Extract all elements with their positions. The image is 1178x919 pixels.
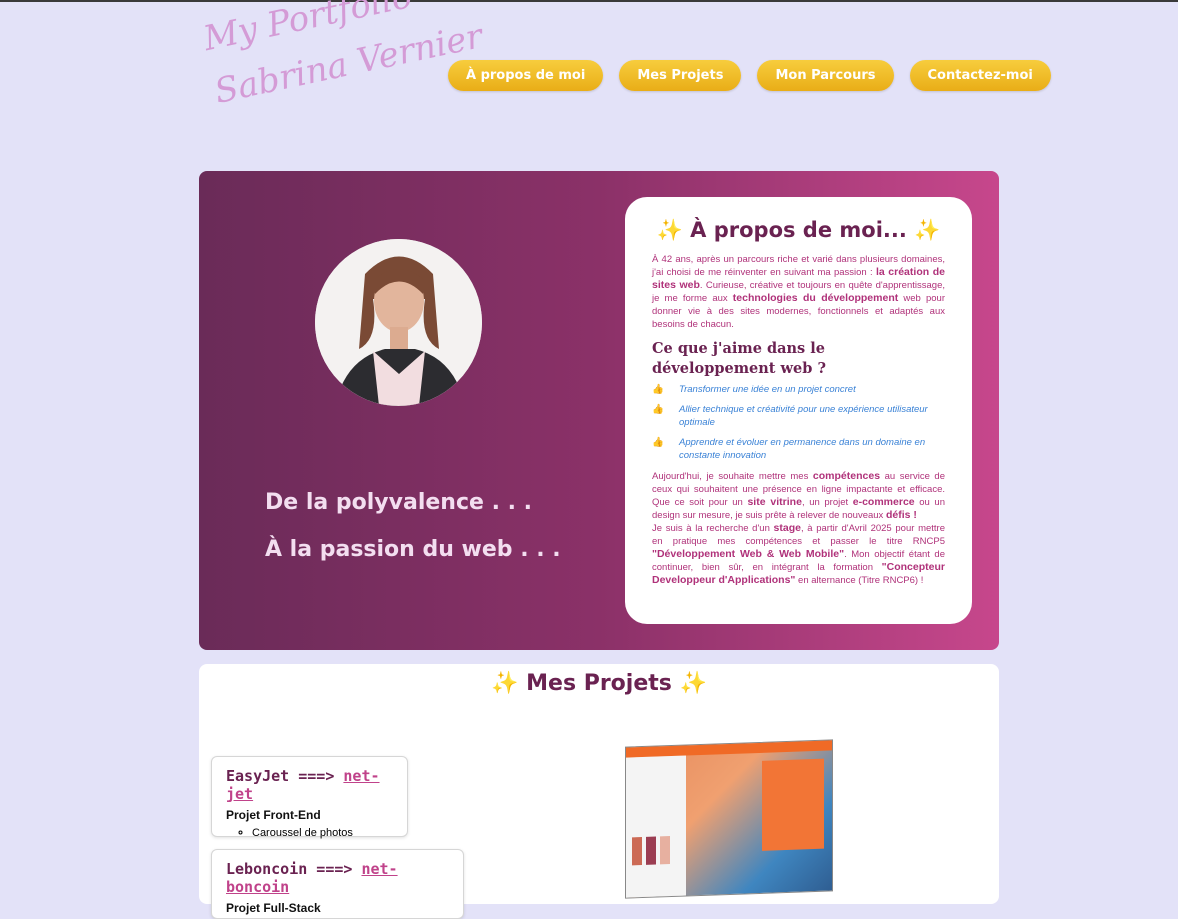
about-card: ✨ À propos de moi... ✨ À 42 ans, après u… (625, 197, 972, 624)
project-card-easyjet: EasyJet ===> net-jet Projet Front-End Ca… (211, 756, 408, 839)
list-item: 👍 Allier technique et créativité pour une… (652, 403, 945, 429)
site-logo: My Portfolio Sabrina Vernier (200, 0, 486, 112)
text: Je suis à la recherche d'un (652, 523, 774, 534)
text: en alternance (Titre RNCP6) ! (795, 575, 924, 586)
list-item-text: Apprendre et évoluer en permanence dans … (679, 437, 926, 461)
highlight: site vitrine (747, 496, 802, 508)
project-type: Projet Front-End (226, 808, 321, 822)
sparkle-icon: ✨ (679, 671, 707, 696)
project-preview-image (625, 739, 833, 899)
list-item: 👍 Transformer une idée en un projet concr… (652, 383, 945, 396)
project-name: Leboncoin ===> (226, 860, 362, 878)
projects-title: ✨ Mes Projets ✨ (199, 671, 999, 696)
main-nav: À propos de moi Mes Projets Mon Parcours… (448, 60, 1051, 91)
project-name: EasyJet ===> (226, 767, 344, 785)
about-paragraph-2: Aujourd'hui, je souhaite mettre mes comp… (652, 470, 945, 522)
about-paragraph-3: Je suis à la recherche d'un stage, à par… (652, 522, 945, 587)
projects-section: ✨ Mes Projets ✨ EasyJet ===> net-jet Pro… (199, 664, 999, 919)
preview-tile (646, 836, 656, 865)
tagline-line-1: De la polyvalence . . . (265, 490, 532, 515)
project-title: Leboncoin ===> net-boncoin (226, 860, 449, 896)
highlight: stage (773, 522, 801, 534)
highlight: défis ! (885, 509, 917, 521)
thumbs-up-icon: 👍 (652, 404, 664, 415)
hero-section: De la polyvalence . . . À la passion du … (199, 171, 999, 650)
list-item: 👍 Apprendre et évoluer en permanence dans… (652, 436, 945, 462)
tagline-line-2: À la passion du web . . . (265, 537, 561, 562)
profile-photo (315, 239, 482, 406)
preview-sidebar (626, 755, 686, 898)
sparkle-icon: ✨ (914, 218, 941, 242)
about-title-text: À propos de moi... (690, 218, 907, 242)
thumbs-up-icon: 👍 (652, 384, 664, 395)
list-item: Caroussel de photos (252, 827, 393, 839)
project-title: EasyJet ===> net-jet (226, 767, 393, 803)
project-type: Projet Full-Stack (226, 901, 321, 915)
highlight: technologies du développement (732, 292, 899, 304)
nav-projects-button[interactable]: Mes Projets (619, 60, 742, 91)
highlight: "Développement Web & Web Mobile" (652, 548, 845, 560)
text: Aujourd'hui, je souhaite mettre mes (652, 471, 813, 482)
list-item-text: Allier technique et créativité pour une … (679, 404, 928, 428)
hero-tagline: De la polyvalence . . . À la passion du … (265, 479, 561, 573)
about-paragraph-1: À 42 ans, après un parcours riche et var… (652, 253, 945, 331)
sparkle-icon: ✨ (656, 218, 683, 242)
preview-promo-panel (762, 758, 824, 851)
projects-title-text: Mes Projets (526, 671, 672, 696)
likes-list: 👍 Transformer une idée en un projet concr… (652, 383, 945, 462)
preview-header (626, 740, 832, 758)
nav-career-button[interactable]: Mon Parcours (757, 60, 894, 91)
project-card-leboncoin: Leboncoin ===> net-boncoin Projet Full-S… (211, 849, 464, 919)
text: , un projet (801, 497, 853, 508)
highlight: compétences (812, 470, 881, 482)
nav-about-button[interactable]: À propos de moi (448, 60, 604, 91)
list-item-text: Transformer une idée en un projet concre… (679, 384, 856, 395)
nav-contact-button[interactable]: Contactez-moi (909, 60, 1051, 91)
highlight: e-commerce (852, 496, 915, 508)
feature-list: Caroussel de photos (226, 827, 393, 839)
thumbs-up-icon: 👍 (652, 437, 664, 448)
sparkle-icon: ✨ (491, 671, 519, 696)
about-subtitle: Ce que j'aime dans le développement web … (652, 340, 826, 377)
preview-tile (660, 836, 670, 865)
about-title: ✨ À propos de moi... ✨ (652, 217, 945, 243)
preview-tile (632, 837, 642, 866)
